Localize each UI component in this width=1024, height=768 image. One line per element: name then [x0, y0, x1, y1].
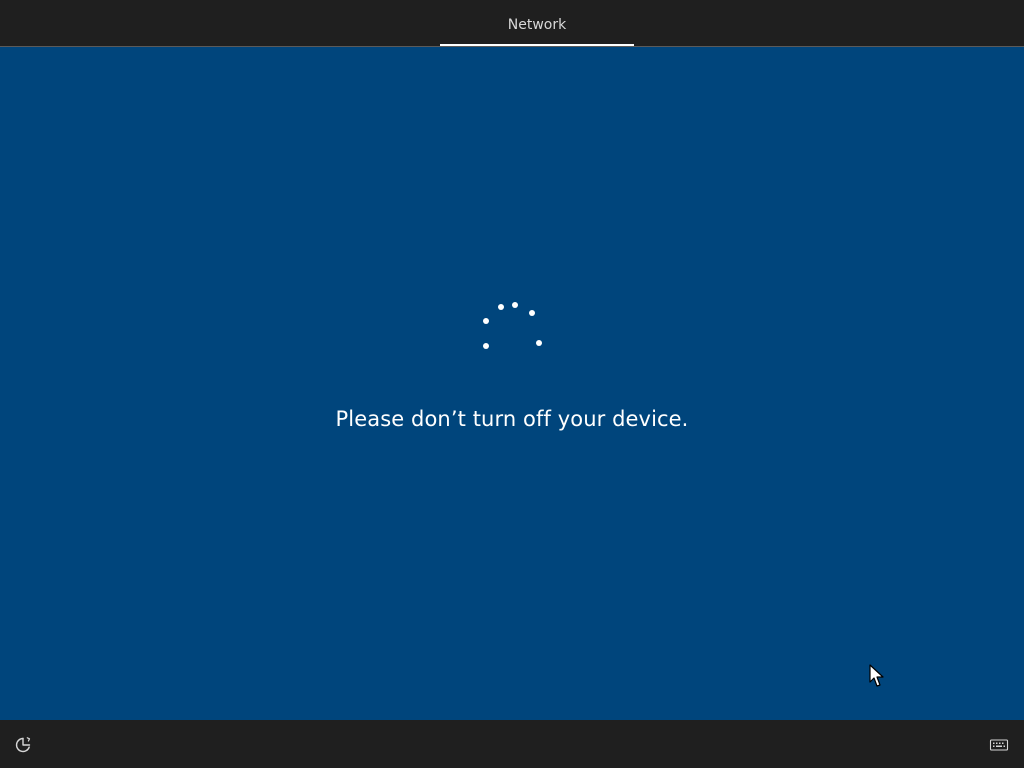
keyboard-icon	[989, 739, 1009, 751]
status-message: Please don’t turn off your device.	[335, 407, 689, 431]
keyboard-button[interactable]	[988, 734, 1010, 756]
ease-of-access-button[interactable]	[12, 734, 34, 756]
spinner-dot	[512, 302, 518, 308]
bottom-bar	[0, 720, 1024, 768]
spinner-dot	[483, 343, 489, 349]
spinner-dot	[483, 318, 489, 324]
spinner-dot	[536, 340, 542, 346]
loading-spinner	[478, 301, 550, 353]
ease-of-access-icon	[15, 737, 31, 753]
main-panel: Please don’t turn off your device.	[0, 47, 1024, 720]
spinner-dot	[498, 304, 504, 310]
spinner-dot	[529, 310, 535, 316]
setup-screen: Network Please don’t turn off your devic…	[0, 0, 1024, 768]
mouse-cursor-icon	[869, 664, 884, 687]
top-bar: Network	[0, 0, 1024, 47]
tab-network[interactable]: Network	[440, 0, 634, 46]
